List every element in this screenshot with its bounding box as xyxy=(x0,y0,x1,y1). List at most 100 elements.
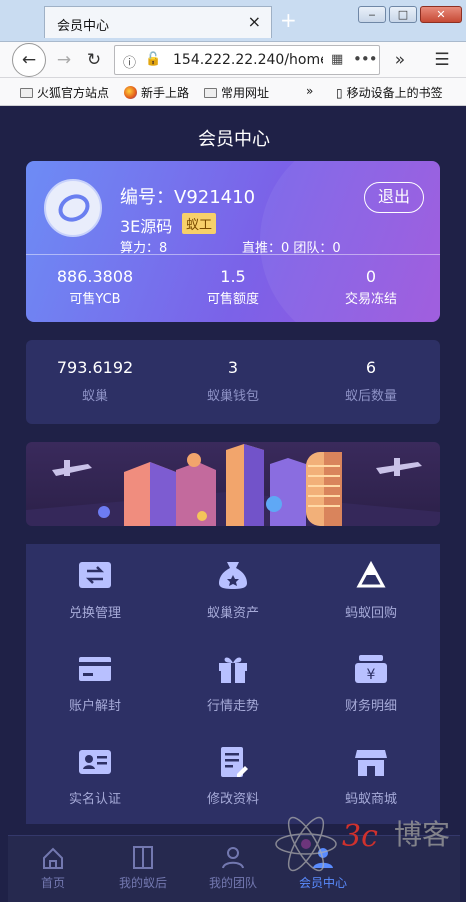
new-tab-button[interactable]: + xyxy=(280,8,297,32)
app-content: 会员中心 编号：V921410 3E源码 蚁工 算力：8 直推：0 团队：0 退… xyxy=(8,107,460,902)
id-card-icon xyxy=(79,750,111,774)
logout-button[interactable]: 退出 xyxy=(364,182,424,213)
bookmark-item[interactable]: 新手上路 xyxy=(124,84,189,101)
nav-item-1[interactable]: 我的蚁后 xyxy=(98,844,188,891)
stat-value: 0 xyxy=(365,267,377,286)
home-icon xyxy=(43,847,63,869)
menu-item-label: 行情走势 xyxy=(206,699,259,714)
browser-titlebar: 会员中心 × + ‒ □ ✕ xyxy=(0,0,466,42)
bookmarks-toolbar: 火狐官方站点 新手上路 常用网址 » ▯ 移动设备上的书签 xyxy=(0,78,466,106)
menu-item-label: 财务明细 xyxy=(344,699,397,714)
money-bag-icon xyxy=(219,562,247,589)
insecure-lock-icon[interactable]: 🔓 xyxy=(145,52,161,67)
menu-item-4[interactable]: 行情走势 xyxy=(164,637,302,730)
asset-nest[interactable]: 793.6192 蚁巢 xyxy=(26,358,164,404)
menu-item-label: 实名认证 xyxy=(68,792,121,807)
svg-text:博客: 博客 xyxy=(394,818,450,851)
airplane-icon xyxy=(52,460,92,476)
card-stat-frozen: 0 交易冻结 xyxy=(302,267,440,307)
reload-button[interactable]: ↻ xyxy=(80,46,108,74)
bookmark-item[interactable]: 火狐官方站点 xyxy=(20,84,109,101)
back-button[interactable]: ← xyxy=(12,43,46,77)
asset-label: 蚁后数量 xyxy=(344,389,397,404)
nav-item-2[interactable]: 我的团队 xyxy=(188,844,278,891)
avatar xyxy=(44,179,102,237)
tab-close-icon[interactable]: × xyxy=(248,12,261,31)
yen-box-icon: ¥ xyxy=(355,655,387,683)
user-id: 编号：V921410 xyxy=(120,187,256,208)
url-bar[interactable]: ⓘ 🔓 154.222.22.240/home.h ▦ ••• xyxy=(114,45,380,75)
window-controls: ‒ □ ✕ xyxy=(358,6,462,23)
door-icon xyxy=(133,846,153,869)
maximize-button[interactable]: □ xyxy=(389,6,417,23)
forward-button[interactable]: → xyxy=(50,46,78,74)
asset-label: 蚁巢 xyxy=(81,389,108,404)
asset-queens[interactable]: 6 蚁后数量 xyxy=(302,358,440,404)
qr-code-icon[interactable]: ▦ xyxy=(331,52,343,67)
stat-label: 可售YCB xyxy=(69,292,121,307)
asset-value: 793.6192 xyxy=(56,358,134,377)
card-icon xyxy=(79,657,111,681)
svg-text:¥: ¥ xyxy=(367,667,376,683)
city-banner[interactable] xyxy=(26,442,440,526)
nav-item-label: 首页 xyxy=(40,876,65,890)
menu-item-6[interactable]: 实名认证 xyxy=(26,730,164,823)
coin-icon xyxy=(197,511,207,521)
exchange-icon xyxy=(79,562,111,588)
coin-icon xyxy=(187,453,201,467)
stat-value: 1.5 xyxy=(220,267,246,286)
bookmarks-overflow-button[interactable]: » xyxy=(306,84,313,98)
menu-item-label: 账户解封 xyxy=(68,699,121,714)
asset-value: 3 xyxy=(227,358,239,377)
page-title: 会员中心 xyxy=(198,129,270,150)
mobile-bookmarks-label: 移动设备上的书签 xyxy=(346,86,443,100)
coin-icon xyxy=(98,506,110,518)
overflow-menu-button[interactable]: » xyxy=(386,46,414,74)
coin-icon xyxy=(266,496,282,512)
firefox-icon xyxy=(124,86,137,99)
logo-icon xyxy=(54,189,94,227)
menu-item-label: 蚁巢资产 xyxy=(206,606,259,621)
close-window-button[interactable]: ✕ xyxy=(420,6,462,23)
mobile-bookmarks[interactable]: ▯ 移动设备上的书签 xyxy=(336,84,443,101)
divider xyxy=(26,254,440,255)
hamburger-menu-button[interactable]: ☰ xyxy=(428,46,456,74)
info-icon[interactable]: ⓘ xyxy=(123,52,136,71)
menu-item-1[interactable]: 蚁巢资产 xyxy=(164,544,302,637)
stat-value: 886.3808 xyxy=(56,267,134,286)
nav-item-0[interactable]: 首页 xyxy=(8,844,98,891)
menu-grid: 兑换管理 蚁巢资产 蚂蚁回购 账户解封 行情走势 ¥ 财务明细 实名认证 修改资料… xyxy=(26,544,440,824)
bookmark-item[interactable]: 常用网址 xyxy=(204,84,269,101)
watermark-logo: 3c 博客 xyxy=(275,816,450,872)
folder-icon xyxy=(204,88,217,98)
url-text[interactable]: 154.222.22.240/home.h xyxy=(173,52,323,68)
menu-item-3[interactable]: 账户解封 xyxy=(26,637,164,730)
minimize-button[interactable]: ‒ xyxy=(358,6,386,23)
folder-icon xyxy=(20,88,33,98)
menu-item-0[interactable]: 兑换管理 xyxy=(26,544,164,637)
bookmark-label: 常用网址 xyxy=(221,86,270,100)
menu-item-5[interactable]: ¥ 财务明细 xyxy=(302,637,440,730)
airplane-icon xyxy=(376,458,422,476)
user-name: 3E源码 xyxy=(120,217,173,236)
team-icon xyxy=(222,847,244,869)
stat-label: 可售额度 xyxy=(206,292,259,307)
svg-text:3c: 3c xyxy=(342,819,378,854)
card-stat-sellable: 886.3808 可售YCB xyxy=(26,267,164,307)
browser-tab[interactable]: 会员中心 × xyxy=(44,6,272,38)
nav-item-label: 我的团队 xyxy=(208,876,257,890)
asset-wallet[interactable]: 3 蚁巢钱包 xyxy=(164,358,302,404)
assets-card: 793.6192 蚁巢 3 蚁巢钱包 6 蚁后数量 xyxy=(26,340,440,424)
menu-item-label: 兑换管理 xyxy=(68,606,121,621)
menu-item-2[interactable]: 蚂蚁回购 xyxy=(302,544,440,637)
nav-item-label: 我的蚁后 xyxy=(118,876,167,890)
city-illustration xyxy=(26,444,440,526)
store-icon xyxy=(355,750,387,776)
tab-title: 会员中心 xyxy=(57,19,110,34)
asset-value: 6 xyxy=(365,358,377,377)
role-badge: 蚁工 xyxy=(182,213,217,234)
gift-icon xyxy=(219,657,247,683)
browser-navbar: ← → ↻ ⓘ 🔓 154.222.22.240/home.h ▦ ••• » … xyxy=(0,42,466,78)
triangle-logo-icon xyxy=(356,560,386,588)
page-actions-icon[interactable]: ••• xyxy=(353,50,378,68)
